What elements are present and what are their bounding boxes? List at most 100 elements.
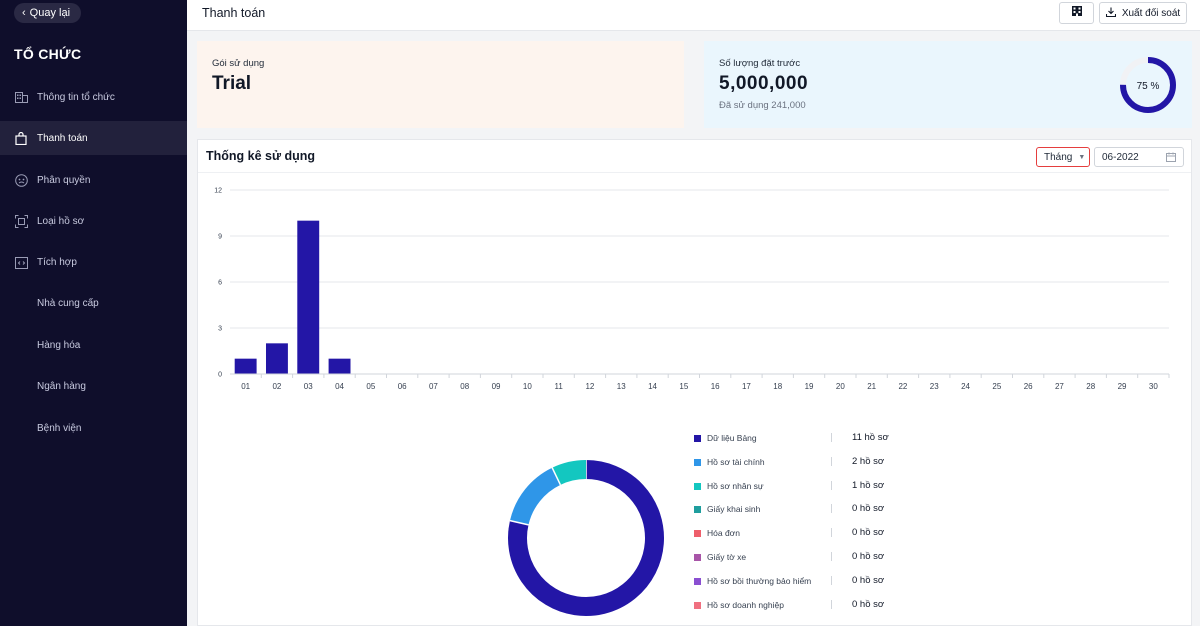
legend-item[interactable]: Giấy khai sinh 0 hồ sơ	[694, 502, 914, 522]
legend-separator	[831, 528, 832, 538]
bar-day-02[interactable]	[265, 343, 288, 374]
legend-count: 0 hồ sơ	[852, 551, 885, 562]
export-reconciliation-button[interactable]: Xuất đối soát	[1099, 2, 1187, 24]
legend-swatch	[694, 458, 701, 466]
legend-label: Giấy tờ xe	[707, 552, 747, 562]
org-title: TỔ CHỨC	[14, 46, 82, 62]
x-tick-label: 11	[554, 382, 563, 391]
sidebar-item-integration[interactable]: Tích hợp	[0, 245, 187, 279]
legend-label: Hồ sơ tài chính	[707, 456, 765, 467]
plan-card: Gói sử dụng Trial	[197, 41, 684, 128]
bar-day-04[interactable]	[328, 358, 351, 374]
legend-count: 11 hồ sơ	[852, 432, 889, 443]
legend-separator	[831, 480, 832, 490]
y-tick-label: 3	[218, 326, 222, 333]
legend-item[interactable]: Hồ sơ tài chính 2 hồ sơ	[694, 455, 914, 475]
user-circle-icon	[14, 173, 28, 187]
sidebar-item-banks[interactable]: Ngân hàng	[0, 369, 187, 403]
sidebar-item-doc-types[interactable]: Loại hồ sơ	[0, 204, 187, 238]
legend-count: 1 hồ sơ	[852, 479, 885, 491]
x-tick-label: 21	[867, 382, 876, 391]
y-tick-label: 9	[218, 234, 222, 241]
quota-label: Số lượng đặt trước	[719, 58, 801, 69]
sidebar-item-label: Loại hồ sơ	[37, 215, 85, 227]
legend-separator	[831, 599, 832, 609]
legend-label: Hồ sơ doanh nghiệp	[707, 599, 784, 610]
x-tick-label: 01	[241, 382, 250, 391]
period-select-value: Tháng	[1044, 151, 1073, 163]
legend-label: Hồ sơ nhân sự	[707, 480, 764, 491]
legend-count: 0 hồ sơ	[852, 503, 885, 515]
donut-slice-2[interactable]	[552, 460, 587, 486]
sidebar-item-label: Thông tin tổ chức	[37, 91, 115, 103]
stats-title: Thống kê sử dụng	[206, 149, 316, 163]
x-tick-label: 14	[648, 382, 657, 391]
x-tick-label: 15	[679, 382, 688, 391]
legend-item[interactable]: Giấy tờ xe 0 hồ sơ	[694, 550, 914, 570]
doc-type-donut-chart	[508, 460, 664, 616]
legend-label: Hóa đơn	[707, 528, 740, 539]
legend-count: 0 hồ sơ	[852, 574, 885, 586]
x-tick-label: 07	[429, 382, 438, 391]
x-tick-label: 25	[992, 382, 1001, 391]
usage-gauge: 75 %	[1120, 57, 1176, 113]
sidebar-item-payment[interactable]: Thanh toán	[0, 121, 187, 155]
legend-item[interactable]: Hồ sơ bồi thường bảo hiểm 0 hồ sơ	[694, 574, 914, 594]
x-tick-label: 17	[742, 382, 751, 391]
download-icon	[1105, 7, 1116, 20]
x-tick-label: 22	[898, 382, 907, 391]
sidebar-item-permissions[interactable]: Phân quyền	[0, 163, 187, 197]
sidebar-item-suppliers[interactable]: Nhà cung cấp	[0, 286, 187, 320]
x-tick-label: 03	[304, 382, 313, 391]
back-button[interactable]: ‹ Quay lại	[14, 3, 82, 23]
legend-label: Giấy khai sinh	[707, 504, 761, 515]
sidebar: ‹ Quay lại TỔ CHỨC Thông tin tổ chức Tha…	[0, 0, 187, 626]
y-tick-label: 0	[218, 372, 222, 379]
page-title: Thanh toán	[202, 6, 266, 20]
x-tick-label: 20	[836, 382, 845, 391]
donut-slice-1[interactable]	[509, 467, 561, 526]
legend-label: Dữ liệu Bảng	[707, 433, 757, 443]
legend-count: 0 hồ sơ	[852, 598, 885, 610]
organization-button[interactable]	[1059, 2, 1094, 24]
legend-swatch	[694, 601, 701, 609]
sidebar-item-label: Hàng hóa	[37, 339, 81, 351]
x-tick-label: 06	[398, 382, 407, 391]
header: Thanh toán Xuất đối soát	[187, 0, 1200, 31]
period-select[interactable]: Tháng ▼	[1036, 147, 1090, 167]
plan-value: Trial	[212, 73, 252, 94]
legend-item[interactable]: Hồ sơ nhân sự 1 hồ sơ	[694, 479, 914, 499]
x-tick-label: 28	[1086, 382, 1095, 391]
stats-divider	[198, 172, 1191, 173]
x-tick-label: 13	[617, 382, 626, 391]
legend-item[interactable]: Hóa đơn 0 hồ sơ	[694, 526, 914, 546]
month-picker[interactable]: 06-2022	[1094, 147, 1184, 167]
bag-icon	[14, 131, 28, 145]
sidebar-item-hospitals[interactable]: Bệnh viện	[0, 411, 187, 445]
x-tick-label: 18	[773, 382, 782, 391]
sidebar-item-label: Phân quyền	[37, 174, 91, 186]
legend-swatch	[694, 435, 701, 442]
chevron-left-icon: ‹	[22, 6, 26, 19]
legend-swatch	[694, 554, 701, 561]
plan-label: Gói sử dụng	[212, 58, 265, 69]
legend-swatch	[694, 577, 701, 585]
legend-separator	[831, 504, 832, 514]
x-tick-label: 30	[1149, 382, 1158, 391]
x-tick-label: 27	[1055, 382, 1064, 391]
legend-item[interactable]: Dữ liệu Bảng 11 hồ sơ	[694, 431, 914, 451]
x-tick-label: 29	[1118, 382, 1127, 391]
legend-item[interactable]: Hồ sơ doanh nghiệp 0 hồ sơ	[694, 598, 914, 618]
bar-day-03[interactable]	[297, 220, 320, 374]
bar-day-01[interactable]	[234, 358, 257, 374]
sidebar-item-label: Tích hợp	[37, 256, 77, 268]
x-tick-label: 10	[523, 382, 532, 391]
legend-swatch	[694, 530, 701, 538]
legend-swatch	[694, 506, 701, 514]
x-tick-label: 16	[711, 382, 720, 391]
gauge-percent-label: 75 %	[1137, 81, 1160, 92]
sidebar-item-org-info[interactable]: Thông tin tổ chức	[0, 80, 187, 114]
x-tick-label: 23	[930, 382, 939, 391]
sidebar-item-goods[interactable]: Hàng hóa	[0, 328, 187, 362]
legend-separator	[831, 456, 832, 466]
